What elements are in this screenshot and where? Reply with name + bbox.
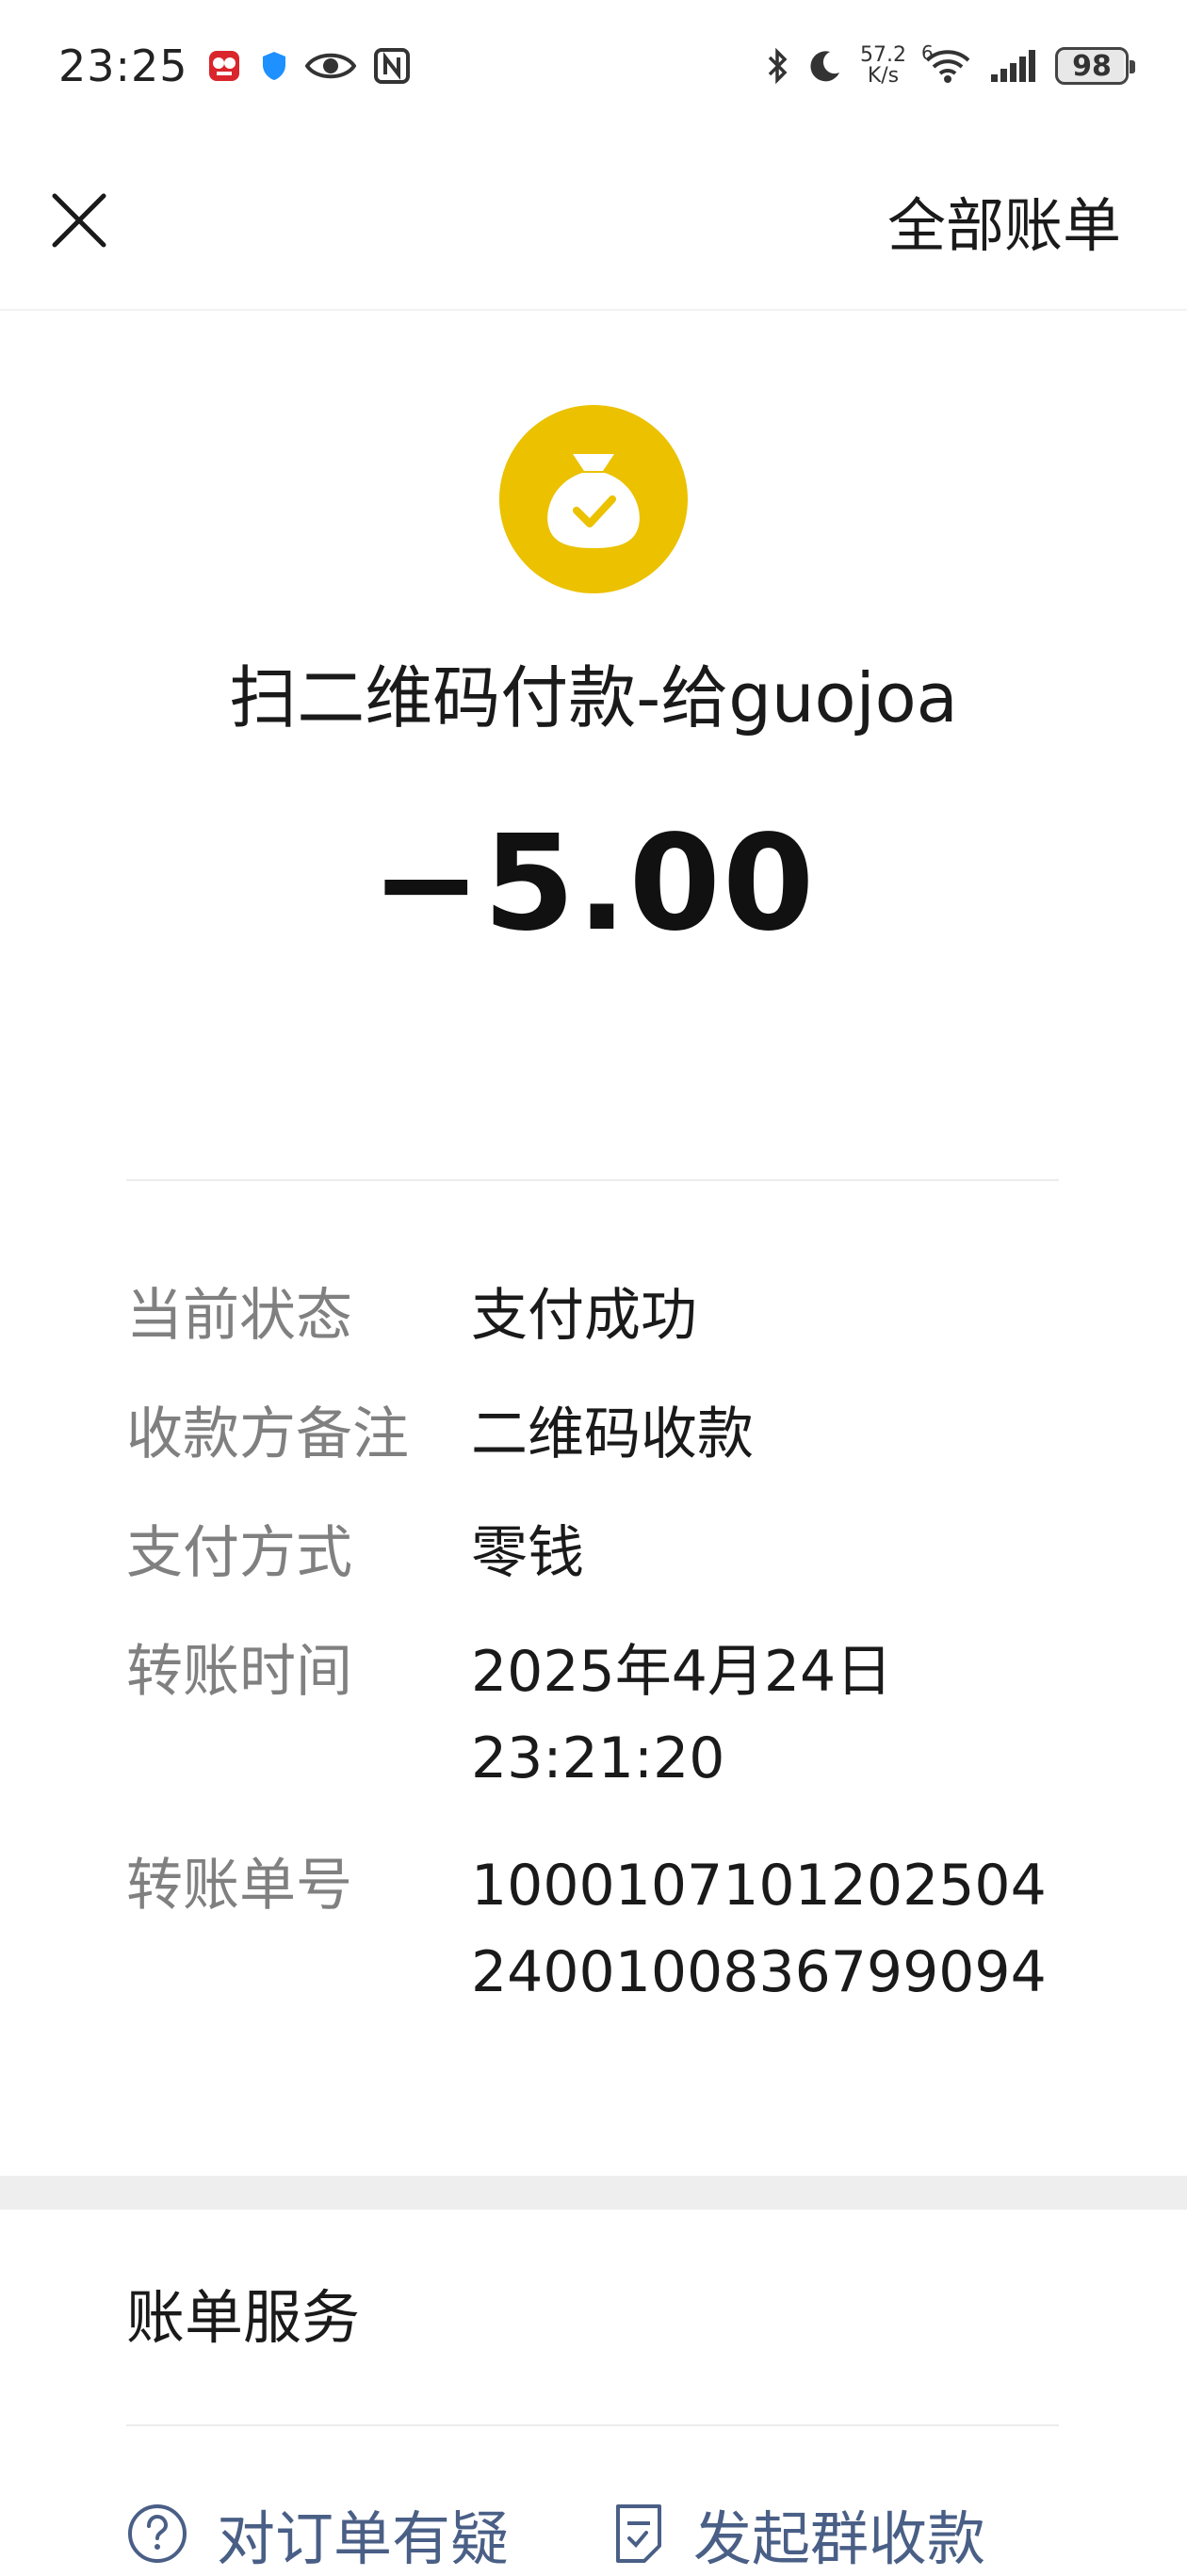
group-collection-label: 发起群收款 (693, 2504, 986, 2573)
eye-icon (304, 50, 356, 82)
detail-value[interactable]: 1000107101202504 2400100836799094 (471, 1842, 1047, 2016)
transaction-details: 当前状态 支付成功 收款方备注 二维码收款 支付方式 零钱 转账时间 2025年… (126, 1281, 1059, 2065)
shield-icon (260, 50, 288, 82)
detail-row-payment-method: 支付方式 零钱 (126, 1518, 1059, 1588)
detail-value-line: 23:21:20 (471, 1725, 725, 1791)
transaction-header: 扫二维码付款-给guojoa −5.00 (0, 405, 1187, 961)
detail-value-line: 2400100836799094 (471, 1939, 1047, 2005)
transaction-amount: −5.00 (370, 807, 817, 961)
detail-value: 零钱 (471, 1520, 584, 1586)
detail-label: 收款方备注 (126, 1401, 409, 1467)
detail-row-transfer-time: 转账时间 2025年4月24日 23:21:20 (126, 1637, 1059, 1802)
detail-row-payee-note: 收款方备注 二维码收款 (126, 1400, 1059, 1469)
question-circle-icon (128, 2504, 187, 2563)
detail-label: 转账单号 (126, 1853, 352, 1919)
transaction-title: 扫二维码付款-给guojoa (229, 658, 958, 737)
net-speed-unit: K/s (867, 64, 900, 88)
nfc-icon (373, 47, 411, 85)
order-question-label: 对订单有疑 (217, 2504, 510, 2573)
detail-label: 当前状态 (126, 1283, 352, 1349)
order-question-link[interactable]: 对订单有疑 (126, 2491, 509, 2576)
detail-label: 转账时间 (126, 1639, 352, 1705)
detail-row-status: 当前状态 支付成功 (126, 1281, 1059, 1351)
detail-value-line: 2025年4月24日 (471, 1639, 893, 1705)
close-icon (52, 193, 106, 248)
app-notification-icon (205, 47, 243, 85)
bluetooth-icon (766, 46, 790, 86)
detail-value: 2025年4月24日 23:21:20 (471, 1628, 892, 1802)
wifi-icon: 6 (921, 41, 972, 85)
section-separator (0, 2176, 1187, 2210)
status-bar: 23:25 57.2 K/s 6 98 (0, 0, 1187, 132)
battery-indicator: 98 (1055, 47, 1135, 85)
nav-bar: 全部账单 (0, 132, 1187, 311)
all-bills-link[interactable]: 全部账单 (887, 178, 1121, 263)
status-right: 57.2 K/s 6 98 (766, 41, 1135, 87)
service-divider (126, 2424, 1059, 2426)
detail-row-transfer-number: 转账单号 1000107101202504 2400100836799094 (126, 1851, 1059, 2016)
group-collection-link[interactable]: 发起群收款 (612, 2491, 985, 2576)
service-links: 对订单有疑 发起群收款 (126, 2491, 1059, 2576)
cellular-signal-icon (989, 48, 1038, 84)
net-speed: 57.2 K/s (860, 45, 906, 87)
document-check-icon (616, 2504, 662, 2563)
detail-label: 支付方式 (126, 1520, 352, 1586)
close-button[interactable] (49, 190, 109, 251)
detail-value-line: 1000107101202504 (471, 1853, 1047, 1919)
detail-value: 支付成功 (471, 1283, 697, 1349)
money-bag-check-icon (499, 405, 688, 593)
net-speed-value: 57.2 (860, 43, 906, 67)
bill-service-title: 账单服务 (126, 2283, 361, 2352)
wifi-generation-label: 6 (921, 41, 934, 64)
status-time: 23:25 (58, 41, 188, 91)
detail-value: 二维码收款 (471, 1401, 754, 1467)
moon-icon (807, 48, 843, 84)
header-divider (126, 1179, 1059, 1181)
status-left: 23:25 (58, 41, 411, 91)
